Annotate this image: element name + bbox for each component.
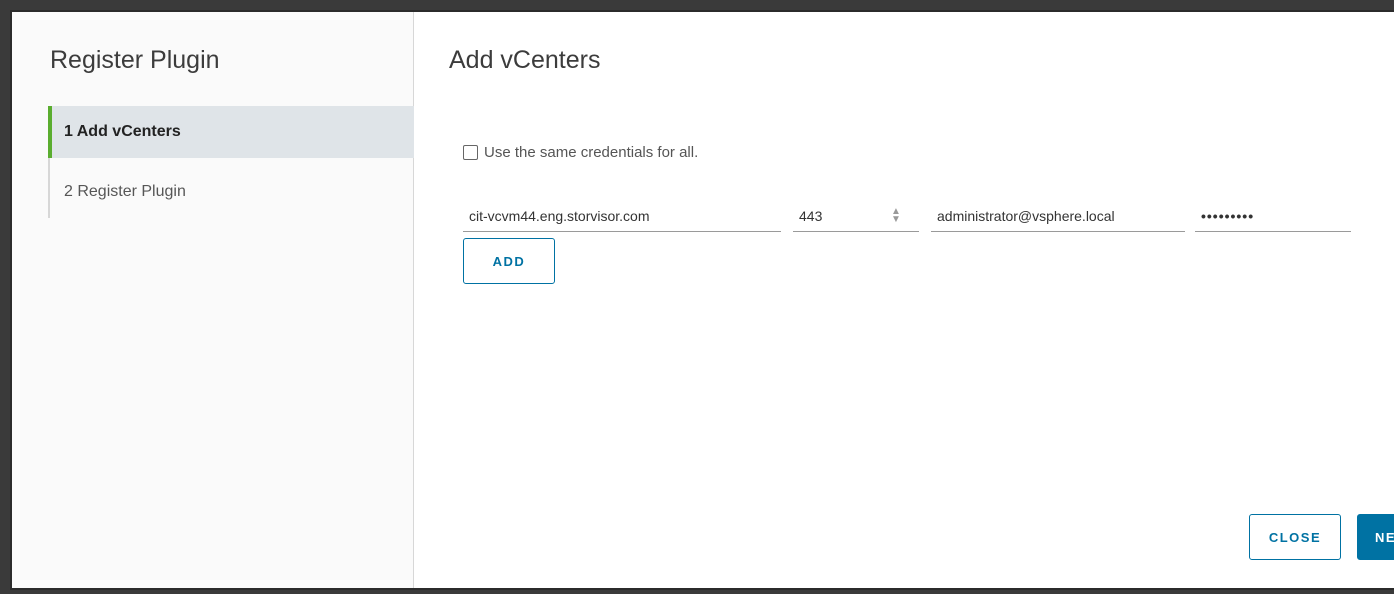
next-button[interactable]: NE <box>1357 514 1394 560</box>
same-credentials-option[interactable]: Use the same credentials for all. <box>463 144 698 161</box>
register-plugin-dialog: Register Plugin 1 Add vCenters 2 Registe… <box>10 10 1394 590</box>
vcenter-host-field[interactable] <box>463 200 781 232</box>
step-label: 1 Add vCenters <box>64 123 181 140</box>
add-button[interactable]: ADD <box>463 238 555 284</box>
wizard-sidebar: Register Plugin 1 Add vCenters 2 Registe… <box>12 12 414 588</box>
vcenter-username-field[interactable] <box>931 200 1185 232</box>
page-title: Add vCenters <box>449 46 601 74</box>
wizard-steps: 1 Add vCenters 2 Register Plugin <box>48 106 414 218</box>
step-register-plugin[interactable]: 2 Register Plugin <box>50 166 414 218</box>
wizard-content: Add vCenters Use the same credentials fo… <box>415 12 1394 588</box>
step-label: 2 Register Plugin <box>64 183 186 200</box>
close-button[interactable]: CLOSE <box>1249 514 1341 560</box>
same-credentials-checkbox[interactable] <box>463 145 478 160</box>
vcenter-password-field[interactable] <box>1195 200 1351 232</box>
port-stepper-icon[interactable]: ▲ ▼ <box>889 207 903 225</box>
same-credentials-label: Use the same credentials for all. <box>484 144 699 161</box>
wizard-title: Register Plugin <box>50 46 220 74</box>
step-add-vcenters[interactable]: 1 Add vCenters <box>48 106 414 158</box>
